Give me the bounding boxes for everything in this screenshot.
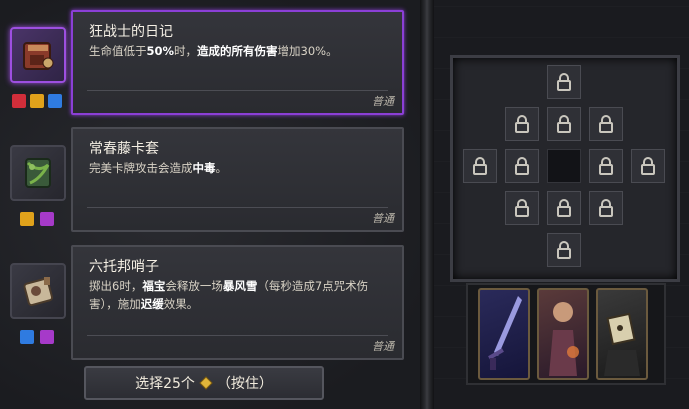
item-card-3[interactable]: 六托邦哨子 掷出6时，福宝会释放一场暴风雪（每秒造成7点咒术伤害），施加迟缓效果…	[71, 245, 404, 360]
spiral-tag-icon	[40, 212, 54, 226]
whistle-icon	[23, 277, 54, 307]
card-divider	[87, 90, 388, 91]
item-rarity: 普通	[372, 95, 394, 108]
cube-card-icon	[604, 312, 640, 376]
desc-fragment: 增加30%。	[277, 44, 338, 58]
item-icon-ivy-sleeve[interactable]	[10, 145, 66, 201]
item-icon-berserker-journal[interactable]	[10, 27, 66, 83]
gem-icon	[199, 376, 213, 390]
item-description: 完美卡牌攻击会造成中毒。	[89, 159, 394, 177]
lock-icon	[515, 199, 529, 217]
lock-icon	[557, 115, 571, 133]
locked-slot[interactable]	[589, 107, 623, 141]
target-tag-icon	[20, 212, 34, 226]
item-icon-whistle[interactable]	[10, 263, 66, 319]
card-sleeve-icon	[25, 158, 51, 188]
locked-slot[interactable]	[547, 233, 581, 267]
item-title: 常春藤卡套	[89, 141, 159, 157]
locked-slot[interactable]	[631, 149, 665, 183]
desc-fragment: 生命值低于	[89, 44, 147, 58]
square-tag-icon	[20, 330, 34, 344]
card-divider	[87, 335, 388, 336]
desc-fragment: 50%	[146, 44, 175, 58]
locked-slot[interactable]	[505, 191, 539, 225]
mage-card[interactable]	[537, 288, 589, 380]
item-title: 六托邦哨子	[89, 259, 159, 275]
locked-slot[interactable]	[589, 149, 623, 183]
locked-slot[interactable]	[463, 149, 497, 183]
desc-fragment: 造成的所有伤害	[197, 44, 278, 58]
desc-fragment: 掷出6时，	[89, 279, 143, 293]
lock-icon	[599, 199, 613, 217]
cube-card[interactable]	[596, 288, 648, 380]
item-rarity: 普通	[372, 212, 394, 225]
select-button-prefix: 选择25个	[135, 376, 195, 392]
locked-slot[interactable]	[547, 191, 581, 225]
lock-icon	[641, 157, 655, 175]
sword-card[interactable]	[478, 288, 530, 380]
desc-fragment: 效果。	[163, 297, 199, 311]
lock-icon	[599, 115, 613, 133]
lock-icon	[557, 73, 571, 91]
item-card-2[interactable]: 常春藤卡套 完美卡牌攻击会造成中毒。 普通	[71, 127, 404, 232]
locked-slot[interactable]	[505, 149, 539, 183]
card-divider	[87, 207, 388, 208]
panel-divider	[420, 0, 434, 409]
mage-card-icon	[549, 302, 579, 376]
empty-slot[interactable]	[547, 149, 581, 183]
select-button-suffix: （按住）	[216, 376, 273, 392]
desc-fragment: 时，	[174, 44, 198, 58]
lock-icon	[473, 157, 487, 175]
lock-icon	[557, 199, 571, 217]
sword-tag-icon	[12, 94, 26, 108]
journal-icon	[23, 42, 54, 70]
desc-fragment: 。	[215, 161, 228, 175]
item-description: 掷出6时，福宝会释放一场暴风雪（每秒造成7点咒术伤害），施加迟缓效果。	[89, 277, 394, 313]
lock-icon	[515, 157, 529, 175]
locked-slot[interactable]	[547, 107, 581, 141]
lock-icon	[515, 115, 529, 133]
target-tag-icon	[30, 94, 44, 108]
locked-slot[interactable]	[505, 107, 539, 141]
locked-slot[interactable]	[547, 65, 581, 99]
item-title: 狂战士的日记	[89, 24, 173, 40]
desc-fragment: 迟缓	[140, 297, 164, 311]
select-hold-button[interactable]: 选择25个 （按住）	[84, 366, 324, 400]
spiral-tag-icon	[40, 330, 54, 344]
item-rarity: 普通	[372, 340, 394, 353]
locked-slot[interactable]	[589, 191, 623, 225]
item-description: 生命值低于50%时，造成的所有伤害增加30%。	[89, 42, 394, 60]
desc-fragment: 暴风雪	[222, 279, 258, 293]
square-tag-icon	[48, 94, 62, 108]
desc-fragment: 福宝	[142, 279, 166, 293]
lock-icon	[599, 157, 613, 175]
sword-card-icon	[488, 296, 522, 370]
desc-fragment: 会释放一场	[165, 279, 223, 293]
desc-fragment: 完美卡牌攻击会造成	[89, 161, 193, 175]
lock-icon	[557, 241, 571, 259]
item-card-1[interactable]: 狂战士的日记 生命值低于50%时，造成的所有伤害增加30%。 普通	[71, 10, 404, 115]
desc-fragment: 中毒	[192, 161, 216, 175]
